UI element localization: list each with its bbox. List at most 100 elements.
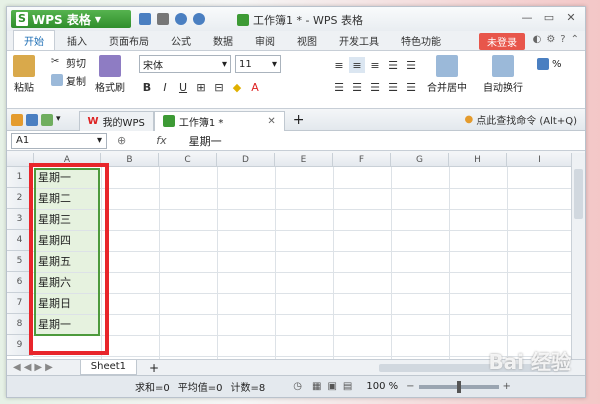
scroll-thumb[interactable] (574, 169, 583, 219)
column-header[interactable]: G (391, 153, 449, 167)
fx-icon[interactable]: fx (156, 134, 166, 147)
justify-icon[interactable]: ☰ (385, 79, 401, 95)
column-header[interactable]: H (449, 153, 507, 167)
grid-line (275, 167, 276, 359)
minimize-icon[interactable]: — (517, 10, 537, 26)
maximize-icon[interactable]: ▭ (539, 10, 559, 26)
tab-features[interactable]: 特色功能 (391, 31, 451, 50)
percent-label: % (552, 58, 562, 70)
column-header[interactable]: I (507, 153, 573, 167)
view-break-icon[interactable]: ▤ (343, 381, 352, 392)
paste-button[interactable]: 粘贴 (13, 55, 35, 94)
wps-w-icon: W (87, 115, 99, 127)
tab-home[interactable]: 开始 (13, 30, 55, 50)
grid-line (449, 167, 450, 359)
cut-button[interactable]: ✂ 剪切 (51, 53, 86, 71)
font-name-select[interactable]: 宋体 ▾ (139, 55, 231, 73)
font-color-icon[interactable]: A (247, 79, 263, 95)
help-icon[interactable]: ? (560, 34, 565, 45)
status-sum: 求和=0 (135, 383, 170, 394)
chevron-down-icon: ▾ (271, 58, 277, 70)
number-group: % (537, 55, 562, 73)
zoom-out-icon[interactable]: − (406, 381, 414, 392)
app-window: S WPS 表格 ▼ 工作簿1 * - WPS 表格 — ▭ ✕ 开始 插入 页… (6, 6, 586, 398)
ribbon-tabs: 开始 插入 页面布局 公式 数据 审阅 视图 开发工具 特色功能 未登录 ◐ ⚙… (7, 30, 585, 51)
merge-icon[interactable]: ⊟ (211, 79, 227, 95)
column-header[interactable]: D (217, 153, 275, 167)
number-format-button[interactable]: % (537, 55, 562, 73)
undo-icon[interactable] (175, 13, 187, 25)
wrap-text-button[interactable]: 自动换行 (483, 55, 523, 94)
merge-center-button[interactable]: 合并居中 (427, 55, 467, 94)
chevron-down-icon[interactable]: ▾ (56, 114, 61, 126)
add-sheet-button[interactable]: + (149, 361, 159, 375)
column-header[interactable]: F (333, 153, 391, 167)
sheet-nav-arrows-icon[interactable]: ◀◀▶▶ (13, 362, 56, 373)
align-right2-icon[interactable]: ☰ (367, 79, 383, 95)
copy-icon (51, 74, 63, 86)
view-normal-icon[interactable]: ◷ (293, 381, 302, 392)
lightbulb-icon: ● (464, 114, 474, 125)
tab-insert[interactable]: 插入 (57, 31, 97, 50)
sheet-tab-sheet1[interactable]: Sheet1 (79, 360, 138, 375)
align-right-icon[interactable]: ☰ (403, 57, 419, 73)
tab-workbook[interactable]: 工作簿1 * ✕ (153, 110, 285, 131)
app-menu-label: WPS 表格 (32, 12, 91, 27)
collapse-icon[interactable]: ⌃ (571, 34, 579, 45)
close-icon[interactable]: ✕ (561, 10, 581, 26)
open-icon[interactable] (11, 113, 23, 126)
new-tab-icon[interactable]: + (293, 112, 305, 128)
zoom-slider[interactable] (418, 380, 499, 393)
align-middle-icon[interactable]: ≡ (349, 57, 365, 73)
column-header[interactable]: E (275, 153, 333, 167)
save-icon[interactable] (139, 13, 151, 25)
login-button[interactable]: 未登录 (479, 33, 525, 50)
tab-my-wps[interactable]: W 我的WPS (78, 110, 154, 131)
align-left-icon[interactable]: ☰ (385, 57, 401, 73)
format-painter-button[interactable]: 格式刷 (95, 55, 125, 94)
underline-button[interactable]: U (175, 79, 191, 95)
document-tabs: ▾ W 我的WPS 工作簿1 * ✕ + ● 点此查找命令 (Alt+Q) (7, 109, 585, 131)
redo-icon[interactable] (193, 13, 205, 25)
column-header[interactable]: C (159, 153, 217, 167)
column-header[interactable]: B (101, 153, 159, 167)
close-icon[interactable]: ✕ (267, 116, 275, 127)
vertical-scrollbar[interactable] (571, 153, 585, 359)
name-box[interactable]: A1 ▾ (11, 132, 107, 149)
bold-button[interactable]: B (139, 79, 155, 95)
grid-line (33, 188, 573, 189)
border-icon[interactable]: ⊞ (193, 79, 209, 95)
view-page-icon[interactable]: ▣ (327, 381, 336, 392)
align-center-icon[interactable]: ☰ (349, 79, 365, 95)
settings-icon[interactable]: ⚙ (546, 34, 555, 45)
align-bottom-icon[interactable]: ≡ (367, 57, 383, 73)
spreadsheet-grid[interactable]: A B C D E F G H I 1 2 3 4 5 6 7 8 9 星期一 (7, 153, 573, 359)
align-top-icon[interactable]: ≡ (331, 57, 347, 73)
align-left2-icon[interactable]: ☰ (331, 79, 347, 95)
distribute-icon[interactable]: ☰ (403, 79, 419, 95)
grid-line (333, 167, 334, 359)
formula-input[interactable]: 星期一 (189, 133, 222, 149)
zoom-in-icon[interactable]: + (503, 381, 511, 392)
tab-data[interactable]: 数据 (203, 31, 243, 50)
export-icon[interactable] (41, 113, 53, 126)
save-icon[interactable] (26, 113, 38, 126)
command-search[interactable]: ● 点此查找命令 (Alt+Q) (464, 112, 577, 127)
print-icon[interactable] (157, 13, 169, 25)
copy-button[interactable]: 复制 (51, 71, 86, 89)
view-layout-icon[interactable]: ▦ (312, 381, 321, 392)
zoom-slider-thumb[interactable] (456, 380, 461, 393)
quick-access-toolbar (139, 13, 205, 25)
font-size-select[interactable]: 11 ▾ (235, 55, 281, 73)
zoom-icon[interactable]: ⊕ (117, 134, 126, 147)
app-menu-button[interactable]: S WPS 表格 ▼ (11, 10, 131, 28)
tab-review[interactable]: 审阅 (245, 31, 285, 50)
tab-page-layout[interactable]: 页面布局 (99, 31, 159, 50)
skin-icon[interactable]: ◐ (533, 34, 542, 45)
fill-color-icon[interactable]: ◆ (229, 79, 245, 95)
status-average: 平均值=0 (177, 383, 223, 394)
tab-developer[interactable]: 开发工具 (329, 31, 389, 50)
tab-formulas[interactable]: 公式 (161, 31, 201, 50)
tab-view[interactable]: 视图 (287, 31, 327, 50)
italic-button[interactable]: I (157, 79, 173, 95)
